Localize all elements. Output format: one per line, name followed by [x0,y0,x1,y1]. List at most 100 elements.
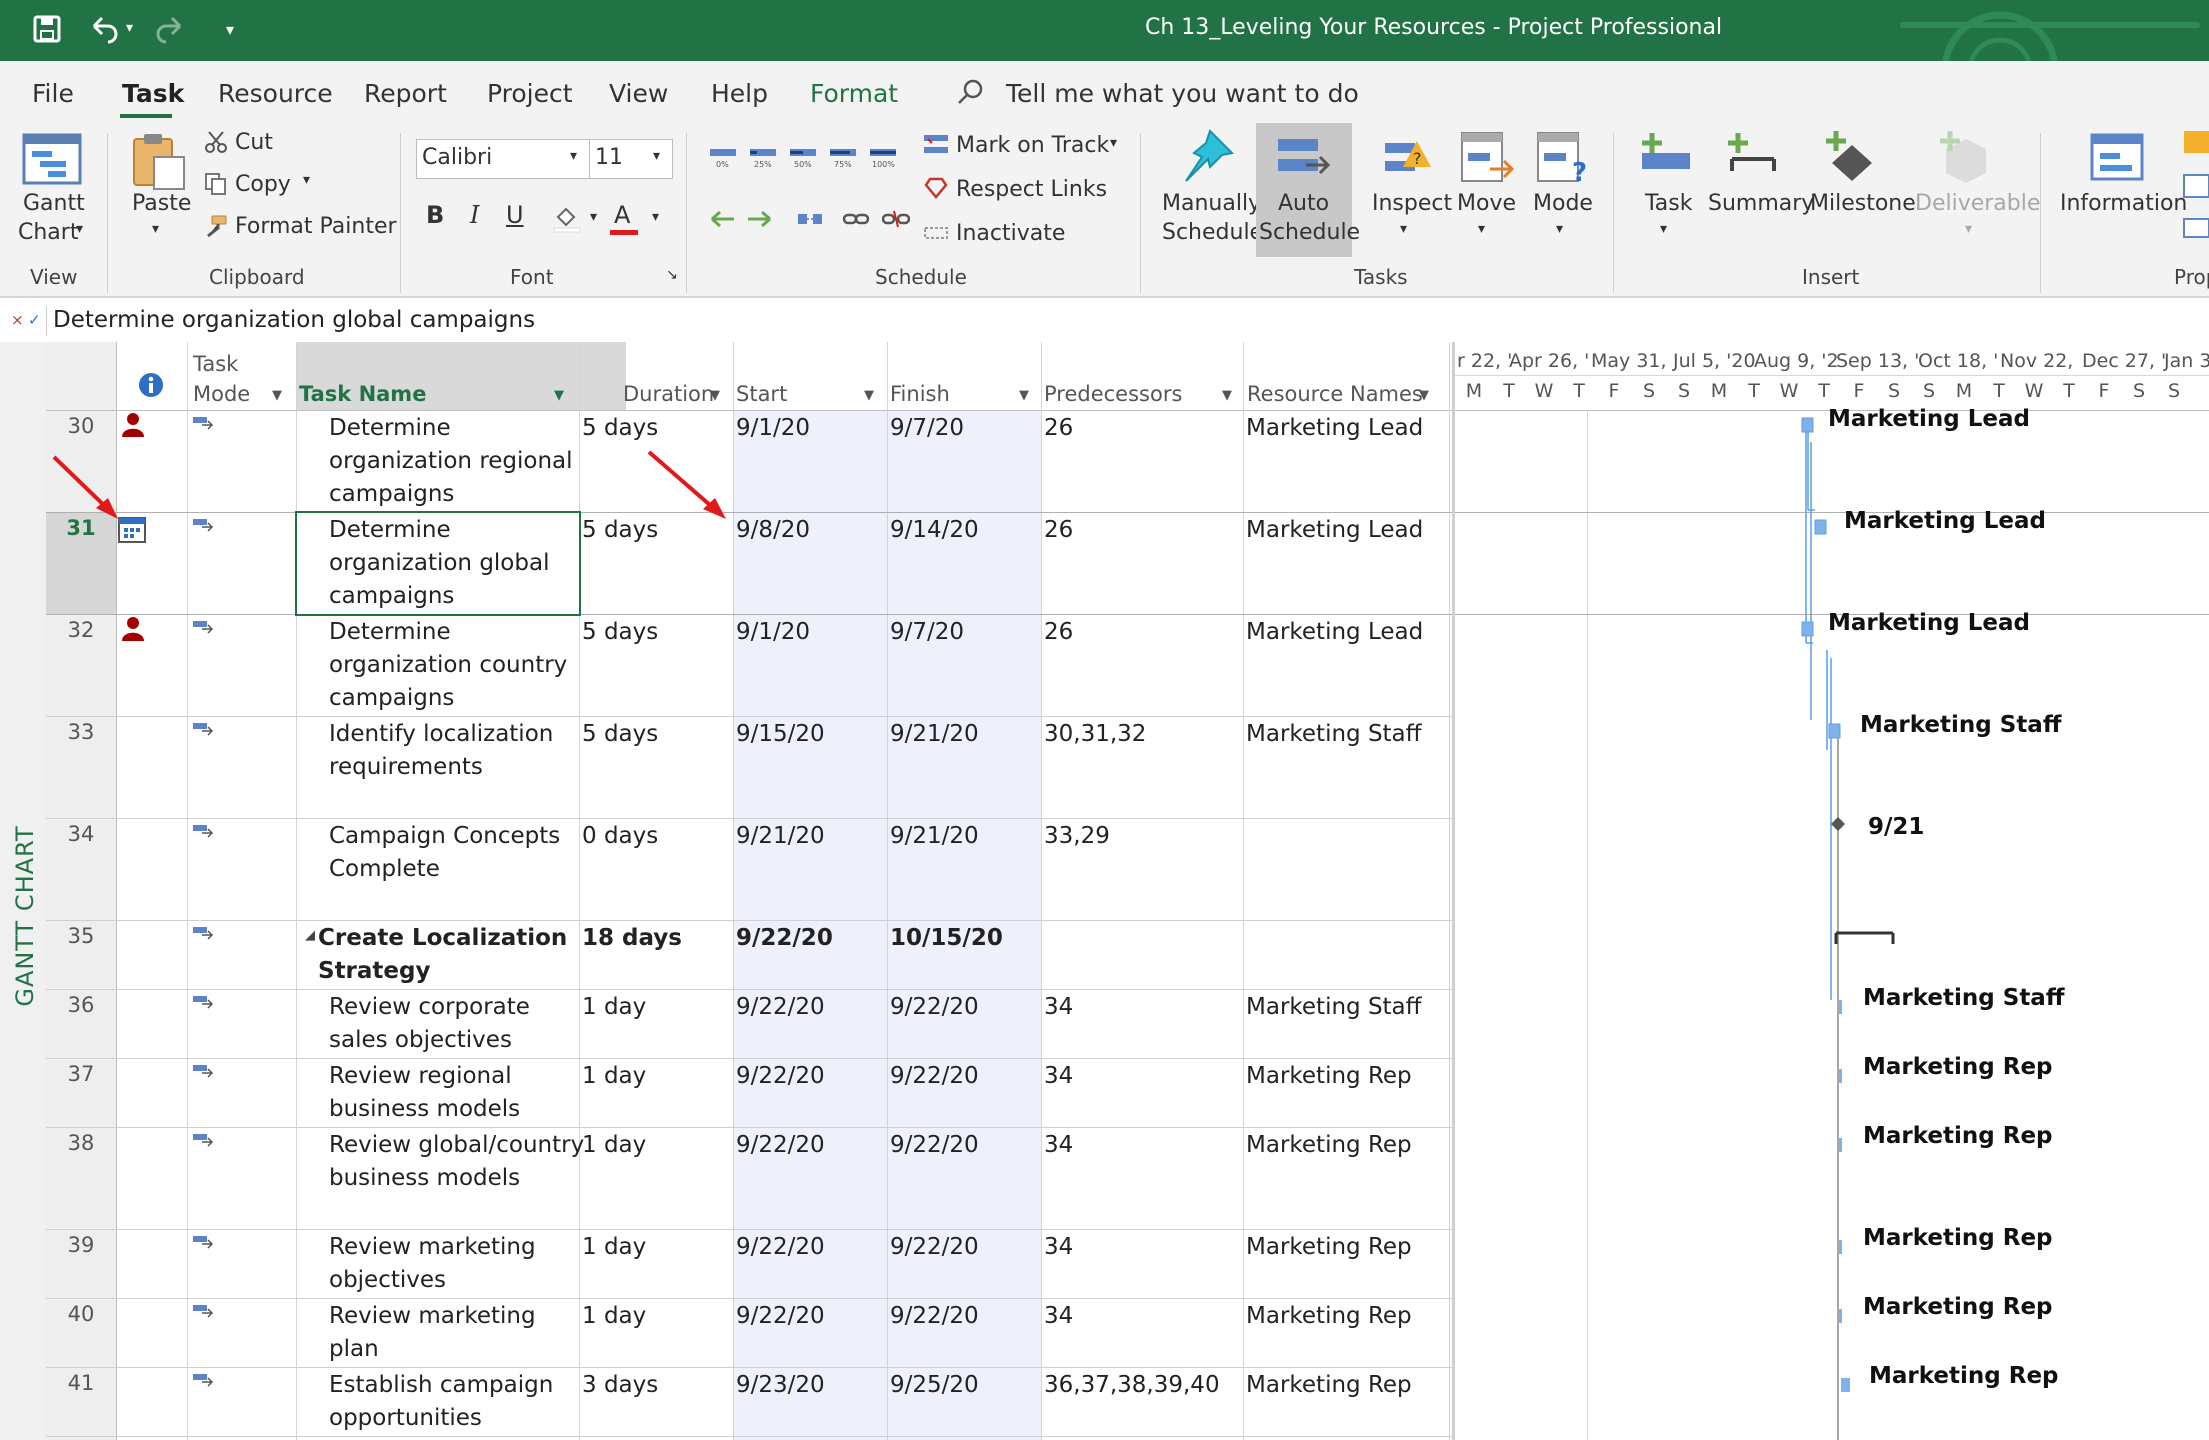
cancel-entry-icon[interactable]: × [11,311,24,329]
gantt-milestone-task-34[interactable] [1831,817,1845,831]
paste-label[interactable]: Paste [132,191,191,216]
header-predecessors[interactable]: Predecessors [1044,382,1182,406]
mode-dropdown-icon[interactable]: ▾ [1556,221,1563,237]
pct-75-button[interactable]: 75% [828,143,858,173]
gantt-bar-task-32[interactable] [1801,621,1814,637]
gantt-bar-task-37[interactable] [1839,1069,1842,1083]
mode-button[interactable]: Mode [1533,191,1593,216]
header-duration-filter-icon[interactable]: ▼ [710,384,720,408]
calendar-indicator-icon[interactable] [117,514,147,548]
insert-task-button[interactable]: Task [1645,191,1692,216]
outdent-icon[interactable] [708,205,736,237]
mode-icon[interactable]: ? [1536,131,1592,191]
gantt-chart-label1[interactable]: Gantt [23,191,85,216]
insert-milestone-button[interactable]: Milestone [1810,191,1916,216]
header-finish-filter-icon[interactable]: ▼ [1019,384,1029,408]
header-resource-names-filter-icon[interactable]: ▼ [1419,384,1429,408]
respect-links-icon[interactable] [922,175,950,207]
tab-report[interactable]: Report [364,79,447,108]
header-duration[interactable]: Duration [623,382,714,406]
auto-schedule-button[interactable]: Auto Schedule [1256,123,1360,257]
paste-dropdown-icon[interactable]: ▾ [152,221,159,237]
header-start[interactable]: Start [736,382,787,406]
inspect-button[interactable]: Inspect [1372,191,1452,216]
tab-project[interactable]: Project [487,79,573,108]
gantt-bar-task-36[interactable] [1839,1000,1842,1014]
copy-dropdown-icon[interactable]: ▾ [303,172,310,188]
manually-schedule-label1[interactable]: Manually [1162,191,1261,216]
mark-on-track-icon[interactable] [922,131,950,163]
resource-overallocated-icon[interactable] [120,412,146,442]
insert-summary-button[interactable]: Summary [1708,191,1814,216]
bold-button[interactable]: B [426,201,444,229]
mark-on-track-button[interactable]: Mark on Track [956,133,1109,158]
font-color-dropdown-icon[interactable]: ▾ [652,209,659,225]
undo-dropdown-icon[interactable]: ▾ [126,20,133,36]
cut-button[interactable]: Cut [235,130,273,155]
tab-file[interactable]: File [32,79,74,108]
indent-icon[interactable] [746,205,774,237]
insert-summary-icon[interactable] [1724,131,1780,185]
copy-icon[interactable] [204,172,228,200]
unlink-tasks-icon[interactable] [881,205,911,237]
insert-milestone-icon[interactable] [1822,129,1878,189]
resource-overallocated-icon[interactable] [120,616,146,646]
accept-entry-icon[interactable]: ✓ [28,311,41,329]
header-predecessors-filter-icon[interactable]: ▼ [1222,384,1232,408]
tab-help[interactable]: Help [711,79,768,108]
properties-more-icon[interactable] [2182,129,2209,243]
move-icon[interactable] [1460,131,1516,191]
tab-resource[interactable]: Resource [218,79,333,108]
gantt-bar-task-38[interactable] [1839,1138,1842,1152]
customize-qat-icon[interactable]: ▾ [226,20,234,39]
header-task-name-filter-icon[interactable]: ▼ [554,384,564,408]
tab-view[interactable]: View [609,79,668,108]
pct-25-button[interactable]: 25% [748,143,778,173]
move-button[interactable]: Move [1457,191,1516,216]
tell-me-search[interactable]: Tell me what you want to do [1006,79,1359,108]
pct-100-button[interactable]: 100% [868,143,898,173]
insert-deliverable-icon[interactable] [1936,129,1992,189]
save-icon[interactable] [32,14,62,52]
tab-task[interactable]: Task [122,79,184,108]
redo-icon[interactable] [152,14,186,52]
header-start-filter-icon[interactable]: ▼ [864,384,874,408]
fill-color-dropdown-icon[interactable]: ▾ [590,209,597,225]
font-size-dropdown-icon[interactable]: ▾ [653,148,660,164]
paste-icon[interactable] [130,131,188,195]
gantt-summary-bar-task-35[interactable] [1834,931,1895,944]
tab-format[interactable]: Format [810,79,898,108]
copy-button[interactable]: Copy [235,172,291,197]
gantt-chart-label2[interactable]: Chart [18,220,78,245]
gantt-bar-task-40[interactable] [1839,1309,1842,1323]
insert-deliverable-dropdown-icon[interactable]: ▾ [1965,221,1972,237]
gantt-bar-task-33[interactable] [1828,723,1841,739]
fill-color-icon[interactable] [552,203,582,237]
format-painter-icon[interactable] [204,214,228,242]
pct-50-button[interactable]: 50% [788,143,818,173]
inspect-icon[interactable]: ? [1383,133,1433,187]
information-icon[interactable] [2090,133,2144,187]
gantt-bar-task-30[interactable] [1801,417,1814,433]
respect-links-button[interactable]: Respect Links [956,177,1107,202]
header-task-mode-1[interactable]: Task [193,352,238,376]
underline-button[interactable]: U [506,201,524,229]
header-task-name[interactable]: Task Name [299,382,426,406]
italic-button[interactable]: I [470,201,479,229]
mark-on-track-dropdown-icon[interactable]: ▾ [1110,135,1117,151]
insert-task-dropdown-icon[interactable]: ▾ [1660,221,1667,237]
inactivate-button[interactable]: Inactivate [956,221,1065,246]
manually-schedule-label2[interactable]: Schedule [1162,220,1263,245]
header-task-mode-filter-icon[interactable]: ▼ [272,384,282,408]
insert-deliverable-button[interactable]: Deliverable [1915,191,2040,216]
move-dropdown-icon[interactable]: ▾ [1478,221,1485,237]
header-task-mode-2[interactable]: Mode [193,382,250,406]
font-dialog-launcher-icon[interactable]: ↘ [666,267,678,283]
collapse-summary-icon[interactable]: ◢ [305,928,315,943]
font-name-dropdown-icon[interactable]: ▾ [570,148,577,164]
entry-field[interactable]: Determine organization global campaigns [53,307,535,333]
undo-icon[interactable] [88,14,122,52]
cut-icon[interactable] [204,130,228,158]
header-finish[interactable]: Finish [890,382,950,406]
font-size-select[interactable]: 11 ▾ [589,139,673,179]
